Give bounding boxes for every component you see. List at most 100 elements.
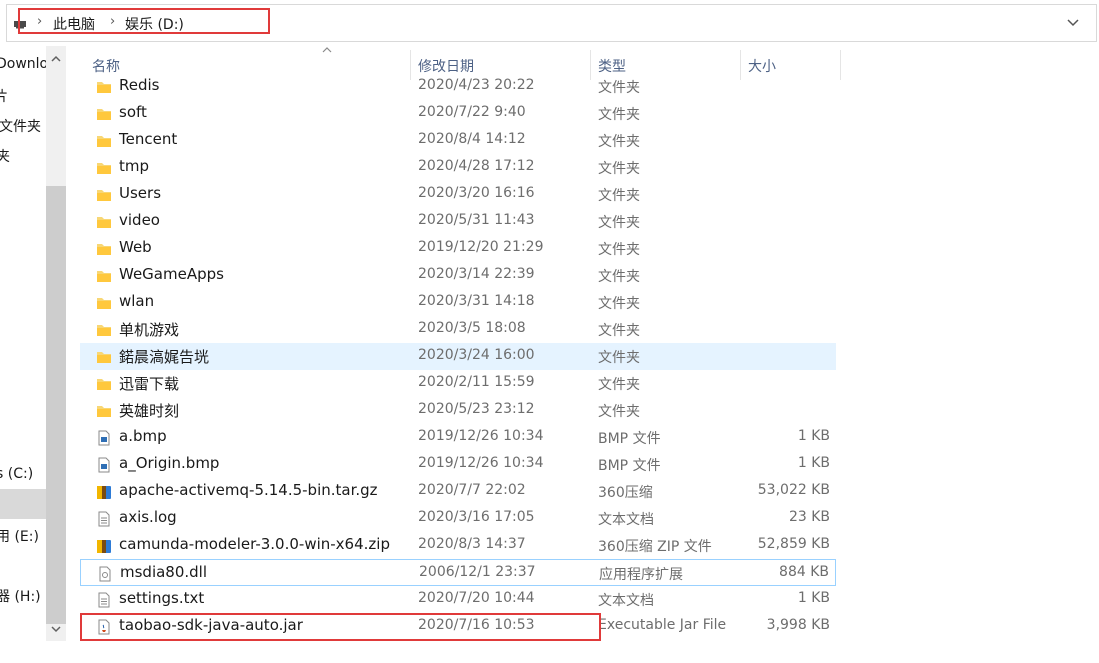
chevron-down-icon[interactable] <box>1064 13 1082 31</box>
text-file-icon <box>96 592 112 608</box>
file-name[interactable]: soft <box>119 103 147 121</box>
nav-item-downloads[interactable]: Downlo <box>0 56 48 72</box>
file-row[interactable]: Redis 2020/4/23 20:22 文件夹 <box>80 73 836 100</box>
file-size: 53,022 KB <box>757 482 830 498</box>
file-row[interactable]: tmp 2020/4/28 17:12 文件夹 <box>80 154 836 181</box>
column-divider[interactable] <box>840 50 841 80</box>
file-date: 2020/3/16 17:05 <box>418 509 535 525</box>
nav-scrollbar[interactable] <box>46 46 66 641</box>
file-name[interactable]: Users <box>119 184 161 202</box>
file-date: 2020/5/23 23:12 <box>418 401 535 417</box>
file-name[interactable]: 鍩晨滈娓告垙 <box>119 346 209 367</box>
file-row[interactable]: axis.log 2020/3/16 17:05 文本文档 23 KB <box>80 505 836 532</box>
file-row[interactable]: settings.txt 2020/7/20 10:44 文本文档 1 KB <box>80 586 836 613</box>
sort-ascending-icon <box>322 47 332 53</box>
file-name[interactable]: Web <box>119 238 152 256</box>
nav-item-drive-e[interactable]: 用 (E:) <box>0 526 39 546</box>
file-name[interactable]: Redis <box>119 76 159 94</box>
file-type: 文本文档 <box>598 593 654 609</box>
file-row[interactable]: WeGameApps 2020/3/14 22:39 文件夹 <box>80 262 836 289</box>
file-date: 2020/3/14 22:39 <box>418 266 535 282</box>
file-type: 文件夹 <box>598 350 640 366</box>
file-row[interactable]: msdia80.dll 2006/12/1 23:37 应用程序扩展 884 KB <box>80 559 836 586</box>
file-type: 360压缩 <box>598 485 653 501</box>
file-row[interactable]: a.bmp 2019/12/26 10:34 BMP 文件 1 KB <box>80 424 836 451</box>
file-type: 文件夹 <box>598 188 640 204</box>
file-date: 2006/12/1 23:37 <box>419 564 536 580</box>
file-name[interactable]: axis.log <box>119 508 177 526</box>
folder-icon <box>96 403 112 419</box>
file-row[interactable]: Users 2020/3/20 16:16 文件夹 <box>80 181 836 208</box>
file-row[interactable]: 英雄时刻 2020/5/23 23:12 文件夹 <box>80 397 836 424</box>
nav-scrollbar-thumb[interactable] <box>46 186 66 624</box>
file-type: 文件夹 <box>598 404 640 420</box>
nav-item-folder-2[interactable]: 夹 <box>0 146 10 166</box>
file-row[interactable]: Tencent 2020/8/4 14:12 文件夹 <box>80 127 836 154</box>
file-name[interactable]: camunda-modeler-3.0.0-win-x64.zip <box>119 535 390 553</box>
file-size: 1 KB <box>797 590 830 606</box>
row-highlight-box <box>80 613 601 641</box>
file-size: 23 KB <box>788 509 830 525</box>
file-row[interactable]: 单机游戏 2020/3/5 18:08 文件夹 <box>80 316 836 343</box>
file-date: 2020/3/5 18:08 <box>418 320 526 336</box>
file-date: 2019/12/26 10:34 <box>418 455 544 471</box>
file-date: 2020/3/31 14:18 <box>418 293 535 309</box>
file-date: 2020/4/28 17:12 <box>418 158 535 174</box>
nav-item-drive-h[interactable]: 器 (H:) <box>0 586 41 606</box>
folder-icon <box>96 160 112 176</box>
archive-icon <box>96 484 112 500</box>
file-date: 2020/8/4 14:12 <box>418 131 526 147</box>
address-bar[interactable]: › 此电脑 › 娱乐 (D:) <box>6 4 1097 42</box>
breadcrumb-this-pc[interactable]: 此电脑 <box>53 14 95 34</box>
scroll-up-arrow-icon[interactable] <box>50 54 62 64</box>
file-name[interactable]: apache-activemq-5.14.5-bin.tar.gz <box>119 481 378 499</box>
file-name[interactable]: WeGameApps <box>119 265 224 283</box>
file-date: 2020/7/22 9:40 <box>418 104 526 120</box>
file-size: 52,859 KB <box>757 536 830 552</box>
file-name[interactable]: tmp <box>119 157 149 175</box>
file-type: 文件夹 <box>598 377 640 393</box>
file-date: 2020/7/7 22:02 <box>418 482 526 498</box>
file-type: BMP 文件 <box>598 431 661 447</box>
nav-item-pictures[interactable]: 片 <box>0 86 8 106</box>
file-type: 文件夹 <box>598 296 640 312</box>
breadcrumb-drive-d[interactable]: 娱乐 (D:) <box>125 14 184 34</box>
nav-item-drive-c[interactable]: s (C:) <box>0 466 33 482</box>
image-file-icon <box>96 430 112 446</box>
file-name[interactable]: 单机游戏 <box>119 319 179 340</box>
file-name[interactable]: 迅雷下载 <box>119 373 179 394</box>
file-date: 2020/3/24 16:00 <box>418 347 535 363</box>
file-name[interactable]: wlan <box>119 292 154 310</box>
file-name[interactable]: a.bmp <box>119 427 167 445</box>
file-name[interactable]: 英雄时刻 <box>119 400 179 421</box>
file-name[interactable]: msdia80.dll <box>120 563 207 581</box>
folder-icon <box>96 376 112 392</box>
breadcrumb-chevron-icon[interactable]: › <box>37 14 42 29</box>
file-row[interactable]: Web 2019/12/20 21:29 文件夹 <box>80 235 836 262</box>
nav-item-folder[interactable]: 文件夹 <box>0 116 41 136</box>
file-name[interactable]: video <box>119 211 160 229</box>
dll-file-icon <box>97 566 113 582</box>
file-row[interactable]: wlan 2020/3/31 14:18 文件夹 <box>80 289 836 316</box>
file-name[interactable]: settings.txt <box>119 589 204 607</box>
file-row[interactable]: 迅雷下载 2020/2/11 15:59 文件夹 <box>80 370 836 397</box>
file-row[interactable]: camunda-modeler-3.0.0-win-x64.zip 2020/8/… <box>80 532 836 559</box>
file-row[interactable]: video 2020/5/31 11:43 文件夹 <box>80 208 836 235</box>
nav-item-drive-d[interactable] <box>0 489 46 519</box>
navigation-pane: Downlo 片 文件夹 夹 s (C:) 用 (E:) 器 (H:) <box>0 46 68 663</box>
file-date: 2020/2/11 15:59 <box>418 374 535 390</box>
file-type: 文件夹 <box>598 107 640 123</box>
folder-icon <box>96 241 112 257</box>
file-row[interactable]: apache-activemq-5.14.5-bin.tar.gz 2020/7/… <box>80 478 836 505</box>
scroll-down-arrow-icon[interactable] <box>50 624 62 634</box>
folder-icon <box>96 322 112 338</box>
file-date: 2019/12/26 10:34 <box>418 428 544 444</box>
file-name[interactable]: a_Origin.bmp <box>119 454 219 472</box>
file-row[interactable]: a_Origin.bmp 2019/12/26 10:34 BMP 文件 1 KB <box>80 451 836 478</box>
file-row[interactable]: soft 2020/7/22 9:40 文件夹 <box>80 100 836 127</box>
file-name[interactable]: Tencent <box>119 130 177 148</box>
breadcrumb-chevron-icon[interactable]: › <box>110 14 115 29</box>
file-type: 文件夹 <box>598 269 640 285</box>
file-type: 文件夹 <box>598 323 640 339</box>
file-row[interactable]: 鍩晨滈娓告垙 2020/3/24 16:00 文件夹 <box>80 343 836 370</box>
